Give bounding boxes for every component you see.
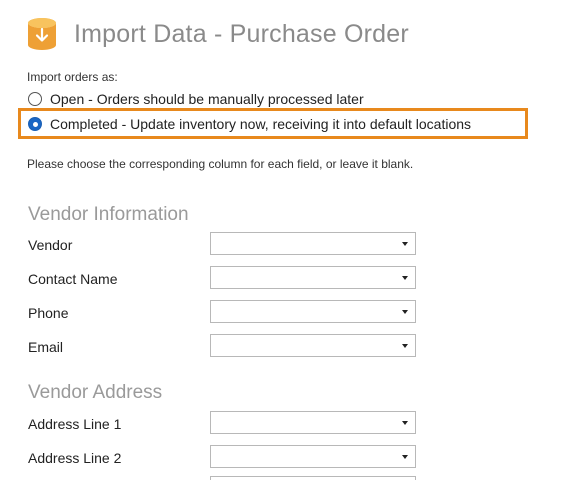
chevron-down-icon	[402, 242, 408, 246]
contact-name-select[interactable]	[210, 266, 416, 289]
section-title-vendor-information: Vendor Information	[28, 204, 189, 225]
section-title-vendor-address: Vendor Address	[28, 382, 163, 403]
field-label-phone: Phone	[28, 305, 69, 321]
chevron-down-icon	[402, 421, 408, 425]
radio-completed[interactable]	[28, 117, 42, 131]
page-title: Import Data - Purchase Order	[74, 19, 409, 48]
email-select[interactable]	[210, 334, 416, 357]
database-import-icon	[28, 18, 56, 50]
address-line-2-select[interactable]	[210, 445, 416, 468]
chevron-down-icon	[402, 455, 408, 459]
field-label-address-line-1: Address Line 1	[28, 416, 122, 432]
import-orders-label: Import orders as:	[27, 70, 118, 84]
page-header: Import Data - Purchase Order	[24, 14, 409, 54]
next-field-select[interactable]	[210, 476, 416, 480]
field-label-vendor: Vendor	[28, 237, 73, 253]
radio-open-option[interactable]: Open - Orders should be manually process…	[28, 91, 364, 107]
radio-completed-option[interactable]: Completed - Update inventory now, receiv…	[28, 116, 471, 132]
instructions-text: Please choose the corresponding column f…	[27, 157, 414, 171]
address-line-1-select[interactable]	[210, 411, 416, 434]
radio-open-label: Open - Orders should be manually process…	[50, 91, 364, 107]
radio-open[interactable]	[28, 92, 42, 106]
chevron-down-icon	[402, 310, 408, 314]
field-label-address-line-2: Address Line 2	[28, 450, 122, 466]
vendor-select[interactable]	[210, 232, 416, 255]
field-label-contact-name: Contact Name	[28, 271, 118, 287]
phone-select[interactable]	[210, 300, 416, 323]
chevron-down-icon	[402, 344, 408, 348]
radio-completed-label: Completed - Update inventory now, receiv…	[50, 116, 472, 132]
chevron-down-icon	[402, 276, 408, 280]
field-label-email: Email	[28, 339, 64, 355]
